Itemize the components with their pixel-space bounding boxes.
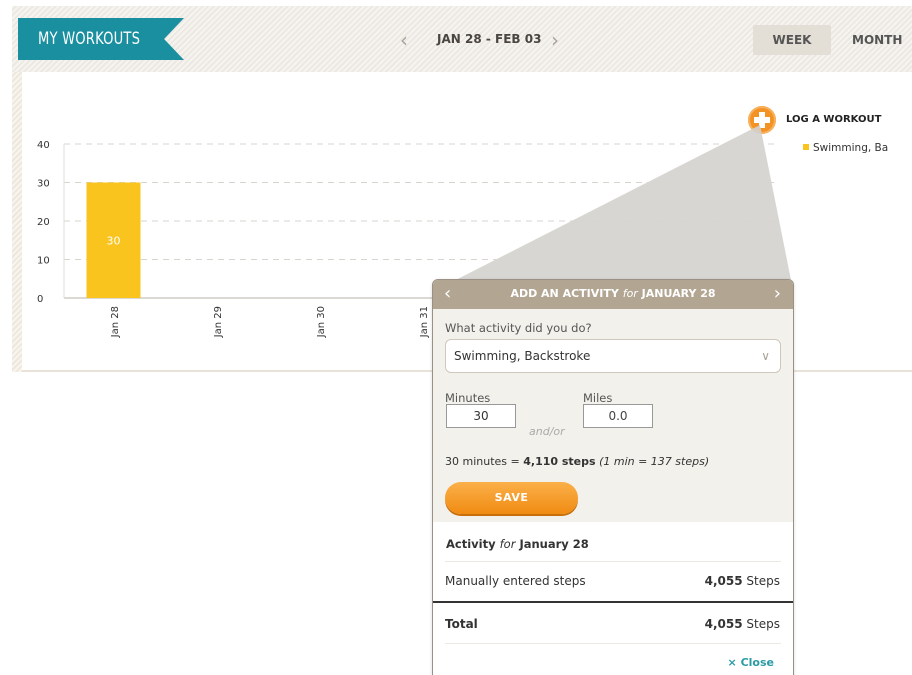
activity-select[interactable]: Swimming, Backstroke ∨ — [445, 339, 781, 373]
x-tick-label: Jan 29 — [213, 306, 224, 338]
popup-title-prefix: ADD AN ACTIVITY — [510, 287, 619, 300]
activity-heading-prefix: Activity — [446, 537, 496, 551]
popup-title-for: for — [622, 287, 638, 300]
minutes-label: Minutes — [445, 391, 491, 405]
total-label: Total — [445, 617, 478, 631]
x-tick-label: Jan 28 — [110, 306, 121, 338]
activity-form: What activity did you do? Swimming, Back… — [433, 309, 793, 522]
chevron-down-icon: ∨ — [761, 349, 770, 363]
activity-question-label: What activity did you do? — [445, 321, 592, 335]
total-divider — [433, 601, 793, 603]
bar-data-label: 30 — [107, 234, 121, 247]
y-tick-label: 30 — [37, 179, 50, 190]
manual-steps-unit: Steps — [746, 574, 780, 588]
manual-steps-number: 4,055 — [704, 574, 743, 588]
activity-heading-for: for — [499, 537, 516, 551]
calc-minutes: 30 — [445, 455, 459, 468]
y-tick-label: 10 — [37, 256, 50, 267]
activity-heading-date: January 28 — [519, 537, 589, 551]
total-number: 4,055 — [704, 617, 743, 631]
popup-callout-beam — [436, 125, 793, 290]
x-tick-label: Jan 31 — [419, 306, 430, 338]
x-tick-label: Jan 30 — [316, 306, 327, 338]
y-tick-label: 40 — [37, 140, 50, 151]
total-unit: Steps — [746, 617, 780, 631]
close-link[interactable]: × Close — [728, 656, 774, 669]
y-tick-label: 20 — [37, 217, 50, 228]
save-button[interactable]: SAVE — [445, 482, 578, 514]
row-divider — [445, 561, 781, 562]
y-tick-label: 0 — [37, 294, 43, 305]
total-value: 4,055 Steps — [705, 617, 780, 631]
calc-steps: 4,110 steps — [523, 455, 596, 468]
calc-minutes-word: minutes = — [462, 455, 520, 468]
activity-select-value: Swimming, Backstroke — [454, 349, 591, 363]
close-divider — [445, 643, 781, 644]
minutes-input[interactable]: 30 — [446, 404, 516, 428]
popup-next-icon[interactable]: › — [774, 283, 781, 304]
add-activity-popup: ‹ ADD AN ACTIVITY for JANUARY 28 › What … — [432, 279, 794, 675]
manual-steps-label: Manually entered steps — [445, 574, 586, 588]
popup-header: ‹ ADD AN ACTIVITY for JANUARY 28 › — [433, 280, 793, 309]
popup-title-date: JANUARY 28 — [641, 287, 716, 300]
miles-input[interactable]: 0.0 — [583, 404, 653, 428]
manual-steps-value: 4,055 Steps — [705, 574, 780, 588]
popup-title: ADD AN ACTIVITY for JANUARY 28 — [433, 287, 793, 300]
calc-rate: (1 min = 137 steps) — [599, 455, 710, 468]
steps-calculation: 30 minutes = 4,110 steps (1 min = 137 st… — [445, 455, 709, 468]
activity-heading: Activity for January 28 — [446, 537, 589, 551]
and-or-label: and/or — [529, 425, 565, 438]
miles-label: Miles — [583, 391, 613, 405]
